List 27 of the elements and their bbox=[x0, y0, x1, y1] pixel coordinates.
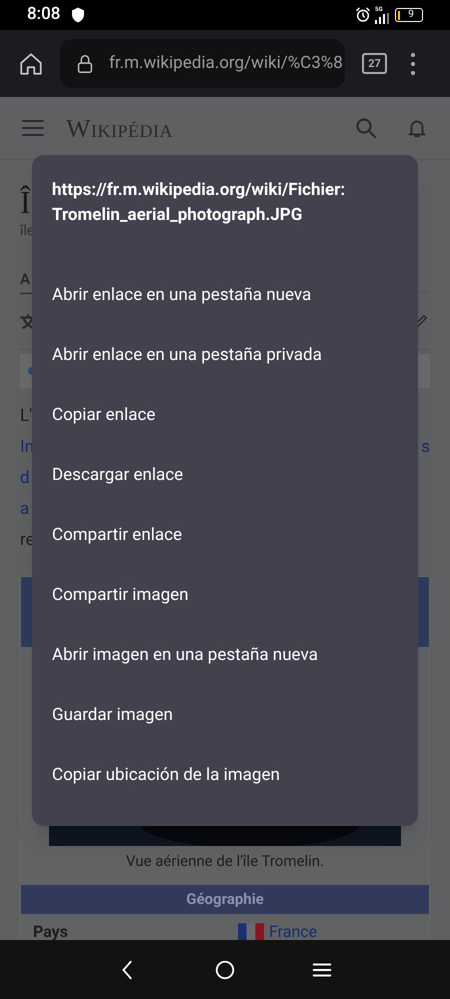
article-title: Î bbox=[20, 183, 31, 222]
home-button-icon bbox=[214, 958, 236, 980]
home-icon bbox=[18, 50, 44, 76]
menu-item[interactable]: Abrir enlace en una pestaña privada bbox=[32, 326, 418, 386]
menu-item[interactable]: Descargar enlace bbox=[32, 446, 418, 506]
menu-item[interactable]: Compartir enlace bbox=[32, 506, 418, 566]
article-text: L' bbox=[20, 404, 32, 428]
tab-count-button[interactable]: 27 bbox=[362, 53, 387, 74]
menu-item[interactable]: Compartir imagen bbox=[32, 566, 418, 626]
menu-item[interactable]: Abrir enlace en una pestaña nueva bbox=[32, 266, 418, 326]
menu-icon bbox=[22, 119, 44, 137]
shield-icon bbox=[70, 7, 86, 23]
menu-item[interactable]: Guardar imagen bbox=[32, 686, 418, 746]
menu-item[interactable]: Copiar ubicación de la imagen bbox=[32, 746, 418, 806]
image-caption: Vue aérienne de l'île Tromelin. bbox=[124, 851, 325, 872]
clock-time: 8:08 bbox=[27, 3, 60, 26]
url-field[interactable]: fr.m.wikipedia.org/wiki/%C3%8 bbox=[60, 39, 345, 88]
battery-indicator: 9 bbox=[395, 8, 423, 22]
more-options-icon bbox=[409, 52, 417, 76]
menu-item[interactable]: Abrir imagen en una pestaña nueva bbox=[32, 626, 418, 686]
row-label: Pays bbox=[33, 920, 69, 940]
search-icon bbox=[354, 116, 378, 140]
section-header: Géographie bbox=[21, 884, 429, 914]
link-url: https://fr.m.wikipedia.org/wiki/Fichier:Tromelin_aerial_photograph.JPG bbox=[51, 179, 346, 227]
alarm-clock-icon bbox=[355, 7, 371, 23]
signal-icon bbox=[375, 12, 389, 24]
menu-item[interactable]: Copiar enlace bbox=[32, 386, 418, 446]
